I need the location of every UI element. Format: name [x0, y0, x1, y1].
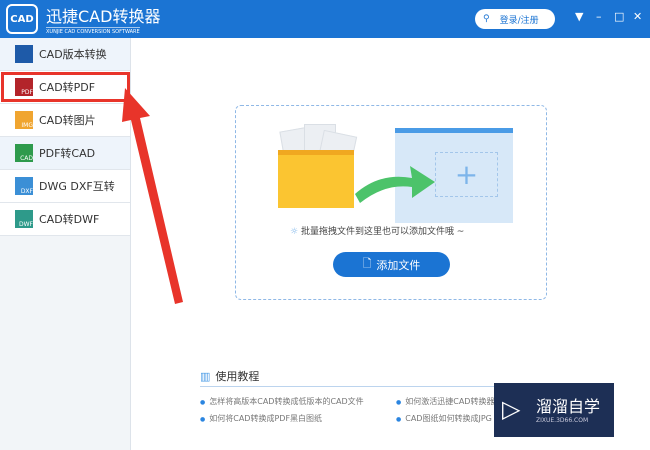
annotation-arrow — [122, 88, 183, 304]
